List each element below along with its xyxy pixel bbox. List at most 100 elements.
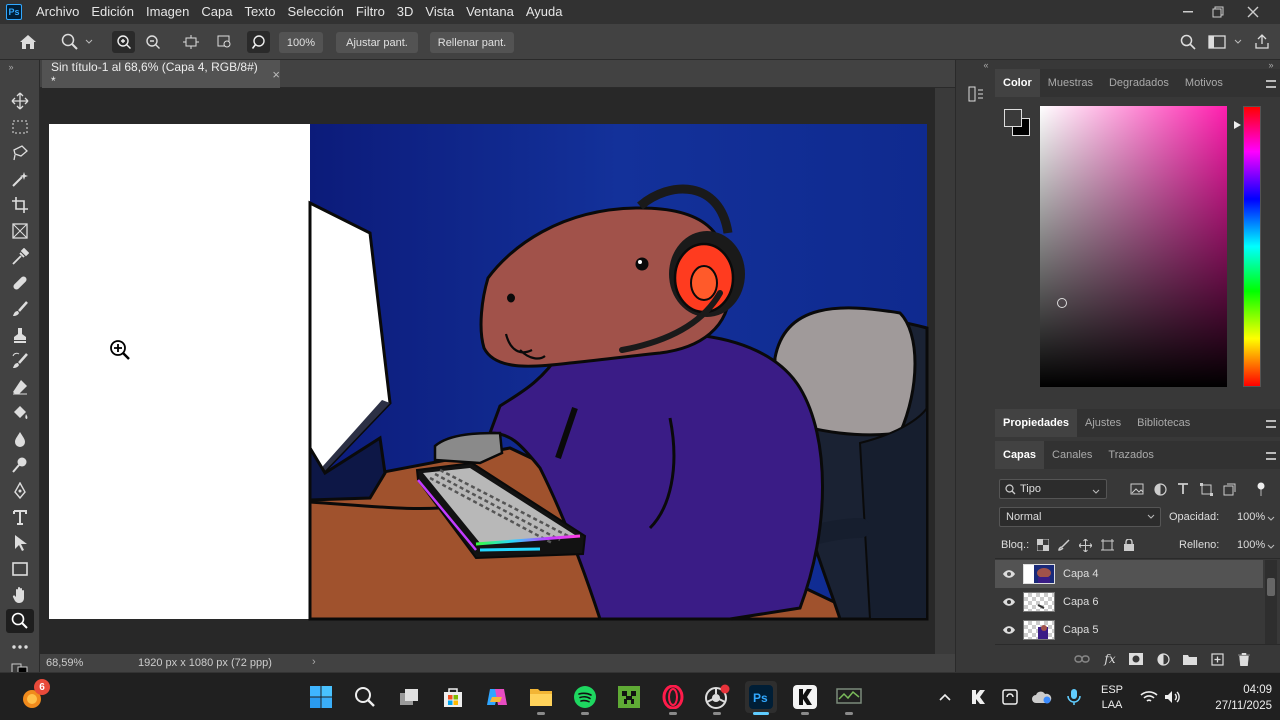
move-tool-icon[interactable] (6, 89, 34, 113)
eraser-tool-icon[interactable] (6, 375, 34, 399)
blur-tool-icon[interactable] (6, 427, 34, 451)
close-window-button[interactable] (1238, 0, 1268, 24)
crop-tool-icon[interactable] (6, 193, 34, 217)
filter-shape-icon[interactable] (1197, 481, 1215, 497)
filter-adjustment-icon[interactable] (1151, 481, 1169, 497)
document-canvas[interactable] (40, 88, 935, 654)
edit-toolbar-icon[interactable] (6, 635, 34, 659)
tab-trazados[interactable]: Trazados (1100, 441, 1161, 469)
copilot-app-icon[interactable] (481, 681, 513, 713)
restore-button[interactable] (1203, 0, 1233, 24)
menu-archivo[interactable]: Archivo (30, 0, 85, 24)
new-layer-icon[interactable] (1208, 650, 1226, 668)
properties-panel-menu-icon[interactable] (1266, 420, 1276, 428)
layers-scrollbar[interactable] (1265, 560, 1277, 644)
canvas-area[interactable] (40, 88, 935, 654)
kick-app-icon[interactable] (789, 681, 821, 715)
tab-degradados[interactable]: Degradados (1101, 69, 1177, 97)
clone-stamp-tool-icon[interactable] (6, 323, 34, 347)
link-layers-icon[interactable] (1073, 650, 1091, 668)
hardware-monitor-icon[interactable] (833, 681, 865, 715)
zoom-percentage-button[interactable]: 100% (279, 32, 323, 53)
opera-gx-icon[interactable] (657, 681, 689, 715)
add-mask-icon[interactable] (1127, 650, 1145, 668)
color-picker-handle[interactable] (1057, 298, 1067, 308)
clock[interactable]: 04:09 27/11/2025 (1196, 682, 1272, 714)
input-language[interactable]: ESP LAA (1097, 683, 1127, 713)
steam-chrome-icon[interactable] (701, 681, 733, 715)
hue-slider-marker-icon[interactable] (1232, 120, 1242, 130)
minimize-button[interactable] (1173, 0, 1203, 24)
zoom-all-windows-icon[interactable] (214, 31, 236, 53)
lock-transparency-icon[interactable] (1035, 537, 1051, 553)
opacity-chevron-icon[interactable] (1267, 511, 1275, 525)
minecraft-icon[interactable] (613, 681, 645, 713)
menu-imagen[interactable]: Imagen (140, 0, 195, 24)
onedrive-tray-icon[interactable] (1027, 681, 1057, 713)
zoom-tool-preset-icon[interactable] (58, 31, 82, 53)
menu-3d[interactable]: 3D (391, 0, 420, 24)
status-menu-arrow-icon[interactable]: › (312, 656, 316, 668)
tab-color[interactable]: Color (995, 69, 1040, 97)
file-explorer-icon[interactable] (525, 681, 557, 715)
hand-tool-icon[interactable] (6, 583, 34, 607)
history-panel-icon[interactable] (964, 82, 988, 106)
path-selection-tool-icon[interactable] (6, 531, 34, 555)
fit-screen-button[interactable]: Ajustar pant. (336, 32, 418, 53)
marquee-tool-icon[interactable] (6, 115, 34, 139)
show-hidden-icons-chevron-icon[interactable] (930, 681, 960, 713)
filter-type-icon[interactable] (1174, 481, 1192, 497)
photoshop-taskbar-icon[interactable]: Ps (745, 681, 777, 715)
fill-screen-button[interactable]: Rellenar pant. (430, 32, 514, 53)
filter-smart-object-icon[interactable] (1220, 481, 1238, 497)
visibility-eye-icon[interactable] (995, 625, 1023, 635)
lasso-tool-icon[interactable] (6, 141, 34, 165)
blend-mode-select[interactable]: Normal (999, 507, 1161, 527)
tab-canales[interactable]: Canales (1044, 441, 1100, 469)
paint-bucket-tool-icon[interactable] (6, 401, 34, 425)
tab-motivos[interactable]: Motivos (1177, 69, 1231, 97)
lock-artboard-icon[interactable] (1099, 537, 1115, 553)
dodge-tool-icon[interactable] (6, 453, 34, 477)
fx-icon[interactable]: fx (1100, 650, 1120, 668)
layer-filter-select[interactable]: Tipo (999, 479, 1107, 499)
saturation-brightness-field[interactable] (1040, 106, 1227, 387)
visibility-eye-icon[interactable] (995, 569, 1023, 579)
menu-ventana[interactable]: Ventana (460, 0, 520, 24)
lock-pixels-icon[interactable] (1056, 537, 1072, 553)
visibility-eye-icon[interactable] (995, 597, 1023, 607)
layer-name[interactable]: Capa 6 (1063, 596, 1098, 608)
new-group-icon[interactable] (1181, 650, 1199, 668)
expand-arrows-icon[interactable]: « (980, 60, 992, 70)
menu-texto[interactable]: Texto (238, 0, 281, 24)
magic-wand-tool-icon[interactable] (6, 167, 34, 191)
zoom-out-icon[interactable] (142, 31, 164, 53)
copilot-widget-icon[interactable]: 6 (16, 679, 50, 713)
task-view-icon[interactable] (393, 681, 425, 713)
layer-name[interactable]: Capa 4 (1063, 568, 1098, 580)
windows-start-icon[interactable] (305, 681, 337, 713)
layers-scroll-thumb[interactable] (1267, 578, 1275, 596)
menu-seleccion[interactable]: Selección (282, 0, 350, 24)
color-panel-menu-icon[interactable] (1266, 80, 1276, 88)
microsoft-store-icon[interactable] (437, 681, 469, 713)
workspace-chevron-icon[interactable] (1233, 37, 1243, 47)
lock-all-icon[interactable] (1121, 537, 1137, 553)
new-adjustment-icon[interactable] (1154, 650, 1172, 668)
hue-slider[interactable] (1243, 106, 1261, 387)
kick-tray-icon[interactable] (963, 681, 993, 713)
home-icon[interactable] (16, 31, 40, 53)
menu-filtro[interactable]: Filtro (350, 0, 391, 24)
tab-propiedades[interactable]: Propiedades (995, 409, 1078, 437)
layer-row-capa-6[interactable]: Capa 6 (995, 588, 1263, 616)
resize-windows-icon[interactable] (180, 31, 202, 53)
fill-value[interactable]: 100% (1237, 539, 1265, 551)
healing-brush-tool-icon[interactable] (6, 271, 34, 295)
close-tab-icon[interactable]: × (272, 67, 280, 82)
delete-layer-icon[interactable] (1235, 650, 1253, 668)
zoom-tool-icon[interactable] (6, 609, 34, 633)
layer-row-capa-4[interactable]: Capa 4 (995, 560, 1263, 588)
zoom-in-icon[interactable] (112, 31, 135, 53)
fill-chevron-icon[interactable] (1267, 539, 1275, 553)
tab-ajustes[interactable]: Ajustes (1077, 409, 1129, 437)
